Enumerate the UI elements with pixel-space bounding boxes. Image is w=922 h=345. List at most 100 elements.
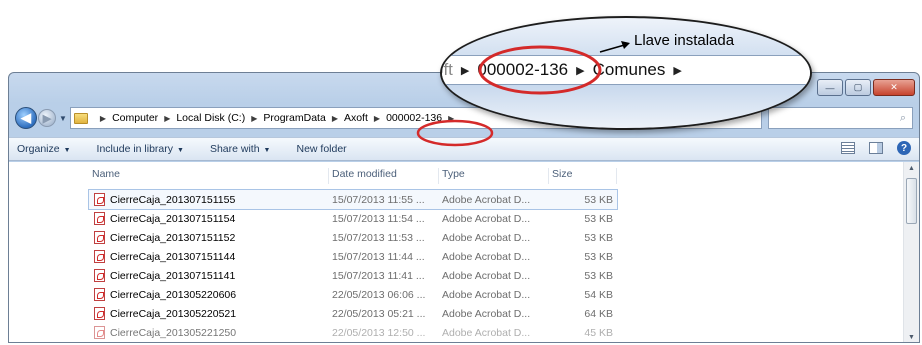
column-header-size[interactable]: Size <box>549 168 617 184</box>
table-row[interactable]: CierreCaja_201305221250 22/05/2013 12:50… <box>89 323 617 342</box>
file-name: CierreCaja_201307151152 <box>110 231 236 244</box>
pdf-file-icon <box>94 212 105 225</box>
magnified-breadcrumb-callout: oft ▶ 000002-136 ▶ Comunes ▶ <box>440 16 812 130</box>
file-name: CierreCaja_201305220521 <box>110 307 237 320</box>
file-type: Adobe Acrobat D... <box>442 307 531 320</box>
pdf-file-icon <box>94 326 105 339</box>
file-type: Adobe Acrobat D... <box>442 212 531 225</box>
magnified-address-bar: oft ▶ 000002-136 ▶ Comunes ▶ <box>442 55 810 85</box>
magnified-crumb-comunes: Comunes <box>592 60 666 79</box>
pdf-file-icon <box>94 193 105 206</box>
command-toolbar: Organize ▼ Include in library ▼ Share with… <box>9 137 919 161</box>
minimize-button[interactable]: — <box>817 79 843 96</box>
close-button[interactable]: ✕ <box>873 79 915 96</box>
scroll-up-icon[interactable]: ▲ <box>908 165 915 172</box>
vertical-scrollbar[interactable]: ▲ ▼ <box>903 162 919 342</box>
chevron-right-icon[interactable]: ▶ <box>448 114 454 123</box>
maximize-button[interactable]: ▢ <box>845 79 871 96</box>
file-type: Adobe Acrobat D... <box>442 326 531 339</box>
breadcrumb-programdata[interactable]: ProgramData <box>263 112 325 124</box>
share-with-label: Share with <box>209 143 260 155</box>
scroll-down-icon[interactable]: ▼ <box>908 334 915 341</box>
table-row[interactable]: CierreCaja_201305220606 22/05/2013 06:06… <box>89 285 617 304</box>
chevron-right-icon[interactable]: ▶ <box>100 114 106 123</box>
back-button[interactable]: ◀ <box>15 107 37 129</box>
pdf-file-icon <box>94 250 105 263</box>
organize-button[interactable]: Organize ▼ <box>17 143 71 155</box>
file-size: 64 KB <box>584 307 613 320</box>
file-size: 54 KB <box>584 288 613 301</box>
breadcrumb-000002-136[interactable]: 000002-136 <box>386 112 442 124</box>
scroll-thumb[interactable] <box>906 178 917 224</box>
toolbar-right-group: ? <box>841 141 911 155</box>
organize-label: Organize <box>17 143 60 155</box>
magnified-crumb-000002-136: 000002-136 <box>477 60 569 79</box>
column-header-date[interactable]: Date modified <box>329 168 439 184</box>
preview-pane-icon[interactable] <box>869 142 883 154</box>
include-in-library-button[interactable]: Include in library ▼ <box>97 143 184 155</box>
chevron-right-icon[interactable]: ▶ <box>164 114 170 123</box>
search-icon[interactable]: ⌕ <box>900 112 906 125</box>
table-row[interactable]: CierreCaja_201307151141 15/07/2013 11:41… <box>89 266 617 285</box>
table-row[interactable]: CierreCaja_201307151152 15/07/2013 11:53… <box>89 228 617 247</box>
file-type: Adobe Acrobat D... <box>442 231 531 244</box>
table-row[interactable]: CierreCaja_201307151155 15/07/2013 11:55… <box>88 189 618 210</box>
folder-icon <box>73 112 88 124</box>
chevron-right-icon: ▶ <box>460 64 470 77</box>
search-input[interactable]: ⌕ <box>767 107 913 129</box>
chevron-right-icon: ▶ <box>576 64 585 77</box>
file-date: 22/05/2013 05:21 ... <box>332 307 426 320</box>
file-name: CierreCaja_201307151155 <box>110 193 236 206</box>
file-type: Adobe Acrobat D... <box>442 250 531 263</box>
table-row[interactable]: CierreCaja_201305220521 22/05/2013 05:21… <box>89 304 617 323</box>
file-date: 15/07/2013 11:53 ... <box>332 231 425 244</box>
file-type: Adobe Acrobat D... <box>442 193 531 206</box>
file-name: CierreCaja_201305220606 <box>110 288 237 301</box>
table-row[interactable]: CierreCaja_201307151144 15/07/2013 11:44… <box>89 247 617 266</box>
file-size: 45 KB <box>584 326 613 339</box>
breadcrumb-computer[interactable]: Computer <box>112 112 158 124</box>
file-name: CierreCaja_201307151141 <box>110 269 236 282</box>
column-headers: Name Date modified Type Size <box>89 168 617 184</box>
chevron-down-icon: ▼ <box>263 147 271 154</box>
file-date: 15/07/2013 11:44 ... <box>332 250 425 263</box>
file-date: 22/05/2013 06:06 ... <box>332 288 426 301</box>
change-view-icon[interactable] <box>841 142 855 154</box>
help-icon[interactable]: ? <box>897 141 911 155</box>
include-in-library-label: Include in library <box>96 143 173 155</box>
file-name: CierreCaja_201307151144 <box>110 250 236 263</box>
breadcrumb-axoft[interactable]: Axoft <box>344 112 368 124</box>
table-row[interactable]: CierreCaja_201307151154 15/07/2013 11:54… <box>89 209 617 228</box>
chevron-right-icon[interactable]: ▶ <box>374 114 380 123</box>
pdf-file-icon <box>94 231 105 244</box>
file-type: Adobe Acrobat D... <box>442 269 531 282</box>
chevron-right-icon[interactable]: ▶ <box>332 114 338 123</box>
file-rows: CierreCaja_201307151155 15/07/2013 11:55… <box>88 189 618 342</box>
pdf-file-icon <box>94 288 105 301</box>
forward-button[interactable]: ▶ <box>38 109 56 127</box>
column-header-name[interactable]: Name <box>89 168 329 184</box>
magnified-crumb-prefix: oft <box>442 60 453 79</box>
chevron-down-icon: ▼ <box>177 147 184 154</box>
explorer-window: — ▢ ✕ ◀ ▶ ▼ ▶ Computer ▶ Local Disk (C:)… <box>8 72 920 343</box>
file-date: 15/07/2013 11:54 ... <box>332 212 425 225</box>
file-date: 22/05/2013 12:50 ... <box>332 326 426 339</box>
chevron-right-icon: ▶ <box>673 64 682 77</box>
new-folder-button[interactable]: New folder <box>296 143 346 155</box>
file-size: 53 KB <box>584 231 613 244</box>
file-size: 53 KB <box>584 212 613 225</box>
file-size: 53 KB <box>584 193 613 206</box>
pdf-file-icon <box>94 269 105 282</box>
file-type: Adobe Acrobat D... <box>442 288 531 301</box>
share-with-button[interactable]: Share with ▼ <box>210 143 271 155</box>
file-date: 15/07/2013 11:41 ... <box>332 269 425 282</box>
chevron-right-icon[interactable]: ▶ <box>251 114 257 123</box>
breadcrumb-local-disk[interactable]: Local Disk (C:) <box>176 112 245 124</box>
pdf-file-icon <box>94 307 105 320</box>
file-name: CierreCaja_201305221250 <box>110 326 237 339</box>
column-header-type[interactable]: Type <box>439 168 549 184</box>
file-name: CierreCaja_201307151154 <box>110 212 236 225</box>
file-date: 15/07/2013 11:55 ... <box>332 193 425 206</box>
recent-pages-dropdown-icon[interactable]: ▼ <box>59 114 67 123</box>
file-size: 53 KB <box>584 269 613 282</box>
